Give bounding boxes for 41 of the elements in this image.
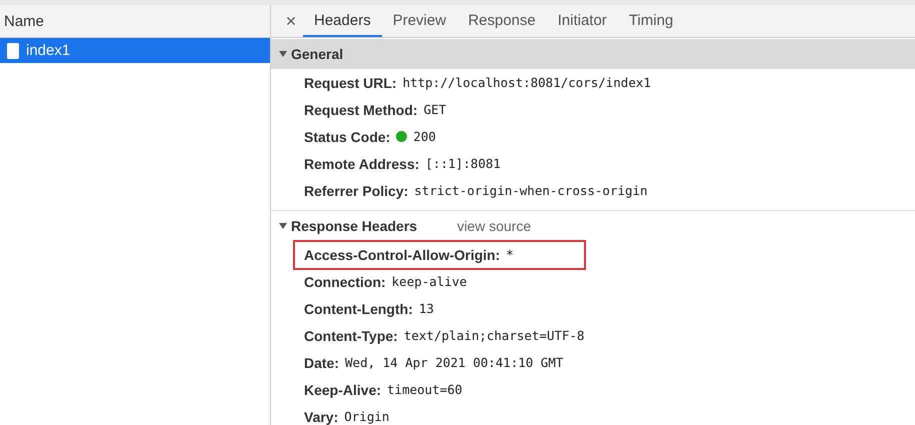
header-value: Origin: [344, 409, 390, 424]
tab[interactable]: Timing: [618, 5, 684, 37]
request-name: index1: [26, 42, 70, 59]
document-icon: [7, 42, 19, 58]
tab[interactable]: Preview: [382, 5, 458, 37]
header-name: Vary:: [304, 408, 338, 424]
header-name: Request URL:: [304, 74, 397, 90]
section-header[interactable]: General: [271, 39, 915, 69]
section-title: General: [291, 46, 344, 62]
header-value: http://localhost:8081/cors/index1: [402, 75, 651, 90]
header-value: *: [506, 247, 514, 262]
header-value: timeout=60: [387, 382, 462, 397]
header-name: Keep-Alive:: [304, 382, 382, 398]
header-name: Request Method:: [304, 102, 418, 118]
header-value: Wed, 14 Apr 2021 00:41:10 GMT: [345, 355, 564, 370]
header-name: Status Code:: [304, 128, 390, 144]
header-value: 200: [413, 129, 436, 144]
header-value: keep-alive: [392, 274, 467, 289]
view-source-link[interactable]: view source: [457, 218, 531, 234]
header-name: Content-Type:: [304, 328, 398, 344]
header-value: strict-origin-when-cross-origin: [414, 183, 648, 198]
close-button[interactable]: ×: [279, 5, 303, 37]
section-header[interactable]: Response Headers view source: [271, 210, 915, 241]
header-value: GET: [424, 102, 446, 117]
section-title: Response Headers: [291, 218, 418, 234]
tab[interactable]: Headers: [303, 5, 382, 37]
tab[interactable]: Response: [457, 5, 547, 37]
tab[interactable]: Initiator: [546, 5, 618, 37]
header-name: Access-Control-Allow-Origin:: [304, 246, 500, 262]
column-header[interactable]: Name: [0, 5, 270, 38]
triangle-icon: [279, 50, 287, 58]
header-value: 13: [418, 301, 434, 316]
header-name: Connection:: [304, 274, 386, 290]
header-name: Referrer Policy:: [304, 182, 408, 198]
header-value: [::1]:8081: [425, 156, 501, 171]
header-name: Date:: [304, 354, 340, 370]
triangle-icon: [279, 222, 287, 230]
header-name: Remote Address:: [304, 156, 420, 172]
header-name: Content-Length:: [304, 300, 413, 316]
header-value: text/plain;charset=UTF-8: [404, 328, 584, 343]
request-row[interactable]: index1: [0, 38, 270, 63]
